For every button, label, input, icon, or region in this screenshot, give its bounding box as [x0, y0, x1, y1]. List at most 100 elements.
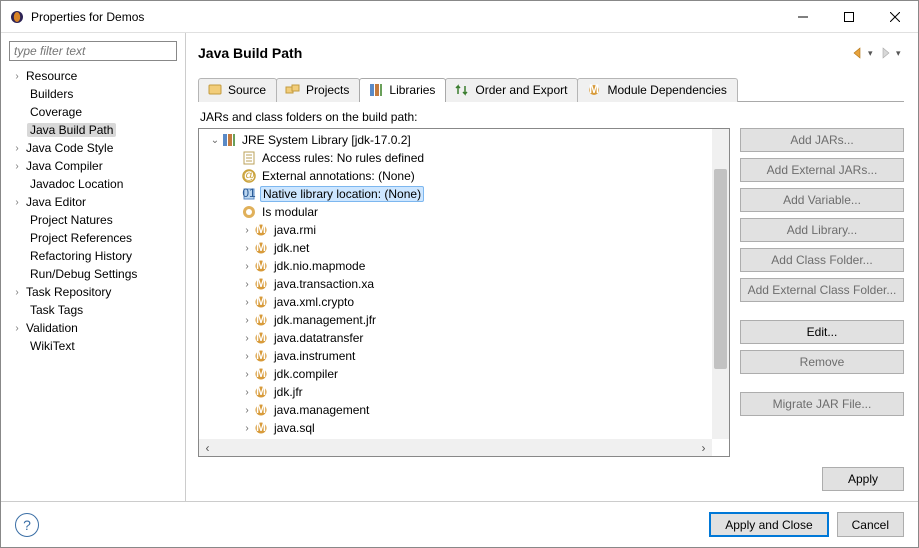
modular-icon	[241, 204, 257, 220]
main-panel: Java Build Path ▾ ▾ Source Projects	[186, 33, 918, 501]
expand-icon[interactable]: ›	[241, 261, 253, 272]
expand-icon[interactable]: ›	[241, 333, 253, 344]
svg-text:M: M	[256, 402, 266, 416]
expand-icon[interactable]: ›	[241, 369, 253, 380]
add-variable-button[interactable]: Add Variable...	[740, 188, 904, 212]
migrate-jar-button[interactable]: Migrate JAR File...	[740, 392, 904, 416]
tree-package[interactable]: ›Mjdk.compiler	[199, 365, 729, 383]
sidebar-item-task-repository[interactable]: ›Task Repository	[5, 283, 185, 301]
tree-ext-annotations[interactable]: @ External annotations: (None)	[199, 167, 729, 185]
sidebar-item-java-code-style[interactable]: ›Java Code Style	[5, 139, 185, 157]
add-library-button[interactable]: Add Library...	[740, 218, 904, 242]
scroll-left-icon[interactable]: ‹	[199, 439, 216, 456]
sidebar-item-coverage[interactable]: Coverage	[5, 103, 185, 121]
tree-label: java.instrument	[272, 349, 357, 363]
add-external-jars-button[interactable]: Add External JARs...	[740, 158, 904, 182]
module-jar-icon: M	[253, 348, 269, 364]
sidebar-item-javadoc-location[interactable]: Javadoc Location	[5, 175, 185, 193]
sidebar-item-validation[interactable]: ›Validation	[5, 319, 185, 337]
tree-access-rules[interactable]: Access rules: No rules defined	[199, 149, 729, 167]
expand-icon[interactable]: ›	[241, 279, 253, 290]
forward-dropdown-icon[interactable]: ▾	[896, 48, 904, 59]
expand-icon[interactable]: ›	[241, 423, 253, 434]
tree-label: jdk.jfr	[272, 385, 305, 399]
apply-button[interactable]: Apply	[822, 467, 904, 491]
native-lib-icon: 01	[241, 186, 257, 202]
page-title: Java Build Path	[198, 45, 850, 61]
tab-label: Order and Export	[475, 83, 567, 97]
tree-package[interactable]: ›Mjava.transaction.xa	[199, 275, 729, 293]
tree-package[interactable]: ›Mjava.management	[199, 401, 729, 419]
dialog-window: Properties for Demos ›Resource Builders …	[0, 0, 919, 548]
tree-label: java.management	[272, 403, 371, 417]
module-jar-icon: M	[253, 384, 269, 400]
eclipse-icon	[9, 9, 25, 25]
tree-native-lib[interactable]: 01 Native library location: (None)	[199, 185, 729, 203]
expand-icon[interactable]: ⌄	[209, 135, 221, 146]
scroll-thumb[interactable]	[714, 169, 727, 369]
sidebar-item-wikitext[interactable]: WikiText	[5, 337, 185, 355]
tree-package[interactable]: ›Mjava.sql	[199, 419, 729, 437]
sidebar-item-java-editor[interactable]: ›Java Editor	[5, 193, 185, 211]
sidebar-item-java-compiler[interactable]: ›Java Compiler	[5, 157, 185, 175]
libraries-icon	[368, 82, 384, 98]
tree-package[interactable]: ›Mjava.rmi	[199, 221, 729, 239]
expand-icon[interactable]: ›	[241, 405, 253, 416]
tree-package[interactable]: ›Mjdk.management.jfr	[199, 311, 729, 329]
add-jars-button[interactable]: Add JARs...	[740, 128, 904, 152]
help-icon[interactable]: ?	[15, 513, 39, 537]
add-class-folder-button[interactable]: Add Class Folder...	[740, 248, 904, 272]
scroll-right-icon[interactable]: ›	[695, 439, 712, 456]
tab-projects[interactable]: Projects	[276, 78, 360, 102]
vertical-scrollbar[interactable]	[712, 129, 729, 439]
tree-package[interactable]: ›Mjava.xml.crypto	[199, 293, 729, 311]
cancel-button[interactable]: Cancel	[837, 512, 904, 537]
maximize-button[interactable]	[826, 1, 872, 33]
close-button[interactable]	[872, 1, 918, 33]
tab-order-export[interactable]: Order and Export	[445, 78, 578, 102]
forward-arrow-icon[interactable]	[878, 45, 894, 61]
sidebar-item-builders[interactable]: Builders	[5, 85, 185, 103]
tree-package[interactable]: ›Mjdk.jfr	[199, 383, 729, 401]
panel-label: JARs and class folders on the build path…	[200, 110, 904, 124]
sidebar-item-refactoring-history[interactable]: Refactoring History	[5, 247, 185, 265]
libraries-tree[interactable]: ⌄ JRE System Library [jdk-17.0.2] Access…	[198, 128, 730, 457]
tree-package[interactable]: ›Mjava.datatransfer	[199, 329, 729, 347]
sidebar-item-project-natures[interactable]: Project Natures	[5, 211, 185, 229]
expand-icon[interactable]: ›	[241, 225, 253, 236]
tree-root-jre[interactable]: ⌄ JRE System Library [jdk-17.0.2]	[199, 131, 729, 149]
tree-label: java.rmi	[272, 223, 318, 237]
expand-icon[interactable]: ›	[241, 297, 253, 308]
sidebar-item-run-debug[interactable]: Run/Debug Settings	[5, 265, 185, 283]
tree-label: JRE System Library [jdk-17.0.2]	[240, 133, 413, 147]
expand-icon[interactable]: ›	[241, 243, 253, 254]
library-icon	[221, 132, 237, 148]
sidebar-item-resource[interactable]: ›Resource	[5, 67, 185, 85]
edit-button[interactable]: Edit...	[740, 320, 904, 344]
horizontal-scrollbar[interactable]: ‹ ›	[199, 439, 712, 456]
back-arrow-icon[interactable]	[850, 45, 866, 61]
tree-is-modular[interactable]: Is modular	[199, 203, 729, 221]
tab-source[interactable]: Source	[198, 78, 277, 102]
category-tree[interactable]: ›Resource Builders Coverage Java Build P…	[1, 67, 185, 495]
tree-package[interactable]: ›Mjava.instrument	[199, 347, 729, 365]
remove-button[interactable]: Remove	[740, 350, 904, 374]
filter-input[interactable]	[9, 41, 177, 61]
back-dropdown-icon[interactable]: ▾	[868, 48, 876, 59]
tree-label: jdk.management.jfr	[272, 313, 378, 327]
tab-libraries[interactable]: Libraries	[359, 78, 446, 102]
tree-package[interactable]: ›Mjdk.nio.mapmode	[199, 257, 729, 275]
expand-icon[interactable]: ›	[241, 315, 253, 326]
sidebar-item-task-tags[interactable]: Task Tags	[5, 301, 185, 319]
sidebar-item-project-references[interactable]: Project References	[5, 229, 185, 247]
apply-and-close-button[interactable]: Apply and Close	[709, 512, 828, 537]
order-icon	[454, 82, 470, 98]
sidebar-item-java-build-path[interactable]: Java Build Path	[5, 121, 185, 139]
expand-icon[interactable]: ›	[241, 387, 253, 398]
svg-text:M: M	[256, 276, 266, 290]
expand-icon[interactable]: ›	[241, 351, 253, 362]
add-external-class-folder-button[interactable]: Add External Class Folder...	[740, 278, 904, 302]
minimize-button[interactable]	[780, 1, 826, 33]
tab-module-deps[interactable]: M Module Dependencies	[577, 78, 737, 102]
tree-package[interactable]: ›Mjdk.net	[199, 239, 729, 257]
